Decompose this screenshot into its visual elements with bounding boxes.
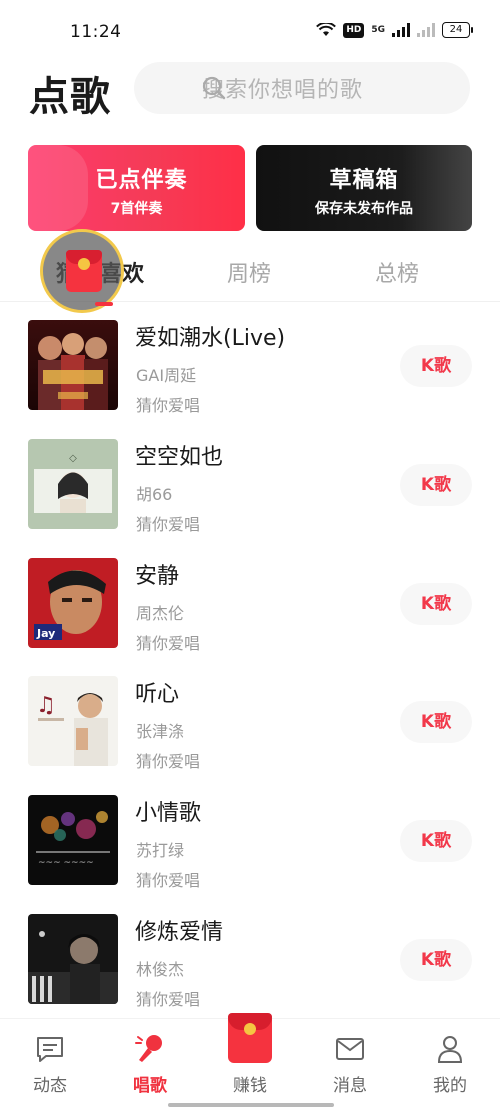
song-reason: 猜你爱唱 xyxy=(136,396,201,415)
drafts-card[interactable]: 草稿箱 保存未发布作品 xyxy=(256,145,472,231)
status-time: 11:24 xyxy=(70,22,122,42)
song-artist: 林俊杰 xyxy=(136,960,185,979)
karaoke-button[interactable]: K歌 xyxy=(400,701,472,743)
red-packet-coin xyxy=(244,1023,256,1035)
svg-text:~~~ ~~~~: ~~~ ~~~~ xyxy=(38,858,94,868)
search-placeholder: 搜索你想唱的歌 xyxy=(202,78,364,103)
karaoke-button[interactable]: K歌 xyxy=(400,820,472,862)
tab-weekly-chart[interactable]: 周榜 xyxy=(227,256,271,288)
profile-icon xyxy=(437,1036,463,1063)
song-cover-image xyxy=(28,914,118,1004)
nav-label: 消息 xyxy=(333,1076,367,1096)
accompaniment-card-subtitle: 7首伴奏 xyxy=(110,201,163,217)
song-row[interactable]: ◇ 空空如也 胡66 猜你爱唱 K歌 xyxy=(0,439,500,539)
nav-item-earn[interactable]: 赚钱 xyxy=(210,1013,290,1111)
floating-red-packet-button[interactable] xyxy=(40,229,124,313)
song-artist: 周杰伦 xyxy=(136,604,185,623)
song-row[interactable]: 爱如潮水(Live) GAI周延 猜你爱唱 K歌 xyxy=(0,320,500,420)
song-reason: 猜你爱唱 xyxy=(136,515,201,534)
karaoke-button[interactable]: K歌 xyxy=(400,939,472,981)
song-reason: 猜你爱唱 xyxy=(136,752,201,771)
status-icons: HD 5G 24 xyxy=(316,22,473,38)
signal-icon xyxy=(392,23,410,37)
nav-label: 唱歌 xyxy=(133,1076,167,1096)
wifi-icon xyxy=(316,23,337,36)
bottom-nav: 动态 唱歌 赚钱 消息 我的 xyxy=(0,1013,500,1111)
nav-item-feed[interactable]: 动态 xyxy=(10,1019,90,1111)
search-input[interactable]: 搜索你想唱的歌 xyxy=(134,62,470,114)
song-cover-image xyxy=(28,320,118,410)
song-row[interactable]: Jay 安静 周杰伦 猜你爱唱 K歌 xyxy=(0,558,500,658)
karaoke-button[interactable]: K歌 xyxy=(400,583,472,625)
red-packet-coin xyxy=(78,258,90,270)
hd-badge: HD xyxy=(343,22,365,38)
svg-text:Jay: Jay xyxy=(36,627,55,640)
song-title: 安静 xyxy=(135,564,180,589)
search-icon xyxy=(202,76,226,100)
signal-secondary-icon xyxy=(417,23,435,37)
nav-item-sing[interactable]: 唱歌 xyxy=(110,1019,190,1111)
song-title: 修炼爱情 xyxy=(135,920,224,945)
red-packet-icon xyxy=(228,1013,272,1063)
song-title: 听心 xyxy=(135,682,180,707)
song-reason: 猜你爱唱 xyxy=(136,871,201,890)
song-reason: 猜你爱唱 xyxy=(136,990,201,1009)
drafts-card-title: 草稿箱 xyxy=(329,168,399,193)
accompaniment-card-title: 已点伴奏 xyxy=(95,168,188,193)
feed-icon xyxy=(37,1037,63,1062)
song-artist: GAI周延 xyxy=(136,366,197,385)
song-artist: 张津涤 xyxy=(136,722,185,741)
song-reason: 猜你爱唱 xyxy=(136,634,201,653)
song-row[interactable]: 修炼爱情 林俊杰 猜你爱唱 K歌 xyxy=(0,914,500,1014)
nav-item-messages[interactable]: 消息 xyxy=(310,1019,390,1111)
microphone-icon xyxy=(135,1035,162,1062)
song-title: 爱如潮水(Live) xyxy=(135,326,286,351)
nav-label: 动态 xyxy=(33,1076,67,1096)
mail-icon xyxy=(336,1038,364,1060)
song-artist: 苏打绿 xyxy=(136,841,185,860)
svg-text:◇: ◇ xyxy=(69,453,77,464)
karaoke-button[interactable]: K歌 xyxy=(400,464,472,506)
karaoke-button[interactable]: K歌 xyxy=(400,345,472,387)
svg-text:♫: ♫ xyxy=(36,693,56,718)
nav-label: 我的 xyxy=(433,1076,467,1096)
status-bar: 11:24 HD 5G 24 xyxy=(0,0,500,60)
network-label: 5G xyxy=(371,25,385,35)
song-artist: 胡66 xyxy=(136,485,173,504)
song-row[interactable]: ~~~ ~~~~ 小情歌 苏打绿 猜你爱唱 K歌 xyxy=(0,795,500,895)
song-cover-image: ◇ xyxy=(28,439,118,529)
song-cover-image: ~~~ ~~~~ xyxy=(28,795,118,885)
page-title: 点歌 xyxy=(29,74,111,120)
song-title: 小情歌 xyxy=(135,801,202,826)
song-row[interactable]: ♫ 听心 张津涤 猜你爱唱 K歌 xyxy=(0,676,500,776)
song-cover-image: Jay xyxy=(28,558,118,648)
drafts-card-subtitle: 保存未发布作品 xyxy=(315,201,413,217)
home-indicator[interactable] xyxy=(168,1103,334,1107)
nav-label: 赚钱 xyxy=(233,1076,267,1096)
tab-all-time-chart[interactable]: 总榜 xyxy=(375,256,419,288)
song-cover-image: ♫ xyxy=(28,676,118,766)
accompaniment-card[interactable]: 已点伴奏 7首伴奏 xyxy=(28,145,245,231)
red-packet-progress xyxy=(95,302,113,306)
nav-item-profile[interactable]: 我的 xyxy=(410,1019,490,1111)
song-title: 空空如也 xyxy=(135,445,224,470)
battery-icon: 24 xyxy=(442,22,473,38)
